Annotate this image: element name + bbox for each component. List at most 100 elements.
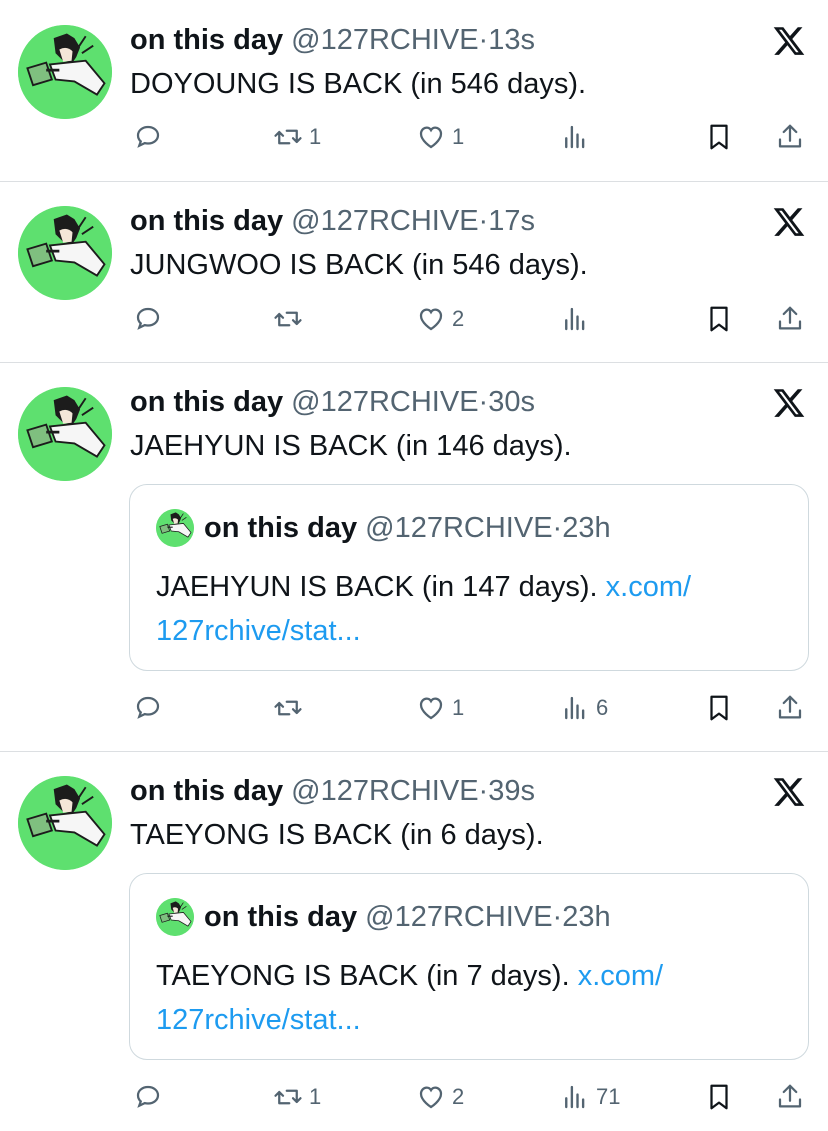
share-button[interactable] <box>775 117 805 157</box>
share-button[interactable] <box>775 688 805 728</box>
display-name[interactable]: on this day <box>130 775 283 807</box>
timestamp[interactable]: 39s <box>488 775 535 807</box>
quoted-display-name: on this day <box>204 512 358 544</box>
like-count: 2 <box>452 1084 465 1109</box>
bookmark-button[interactable] <box>704 117 734 157</box>
quoted-display-name: on this day <box>204 901 358 933</box>
separator-dot: · <box>478 386 489 418</box>
user-handle[interactable]: @127RCHIVE <box>291 205 478 237</box>
quoted-timestamp: 23h <box>562 512 611 544</box>
like-button[interactable]: 1 <box>416 688 464 728</box>
tweet-header: on this day @127RCHIVE·39s <box>130 773 535 809</box>
tweet-divider <box>0 362 828 363</box>
tweet-text: DOYOUNG IS BACK (in 546 days). <box>130 68 587 100</box>
user-handle[interactable]: @127RCHIVE <box>291 24 478 56</box>
display-name[interactable]: on this day <box>130 386 283 418</box>
retweet-count: 1 <box>309 124 322 149</box>
views-button[interactable] <box>560 117 596 157</box>
retweet-icon <box>273 304 303 334</box>
x-logo-icon[interactable] <box>771 205 807 239</box>
quoted-user-handle: @127RCHIVE <box>365 901 553 933</box>
quoted-avatar <box>156 898 194 936</box>
tweet-divider <box>0 751 828 752</box>
retweet-icon <box>273 693 303 723</box>
x-logo-icon[interactable] <box>771 24 807 58</box>
quoted-tweet[interactable]: on this day @127RCHIVE · 23h JAEHYUN IS BA… <box>129 484 809 671</box>
like-button[interactable]: 1 <box>416 117 464 157</box>
tweet-text: JUNGWOO IS BACK (in 546 days). <box>130 249 588 281</box>
quoted-text-body: JAEHYUN IS BACK (in 147 days). <box>156 571 606 603</box>
separator-dot: · <box>478 205 489 237</box>
quoted-text-body: TAEYONG IS BACK (in 7 days). <box>156 960 578 992</box>
tweet-header: on this day @127RCHIVE·13s <box>130 22 535 58</box>
views-count: 6 <box>596 695 609 720</box>
heart-icon <box>416 122 446 152</box>
display-name[interactable]: on this day <box>130 24 283 56</box>
avatar[interactable] <box>18 25 112 119</box>
reply-button[interactable] <box>133 117 169 157</box>
separator-dot: · <box>478 24 489 56</box>
bookmark-button[interactable] <box>704 299 734 339</box>
reply-icon <box>133 1082 163 1112</box>
bookmark-button[interactable] <box>704 1077 734 1117</box>
tweet-divider <box>0 181 828 182</box>
x-logo-icon[interactable] <box>771 775 807 809</box>
quoted-tweet[interactable]: on this day @127RCHIVE · 23h TAEYONG IS BA… <box>129 873 809 1060</box>
tweet-header: on this day @127RCHIVE·30s <box>130 384 535 420</box>
retweet-count: 1 <box>309 1084 322 1109</box>
timestamp[interactable]: 17s <box>488 205 535 237</box>
quoted-avatar <box>156 509 194 547</box>
quoted-tweet-text: JAEHYUN IS BACK (in 147 days). x.com/​12… <box>156 565 786 653</box>
tweet-text: TAEYONG IS BACK (in 6 days). <box>130 819 544 851</box>
quoted-tweet-header: on this day @127RCHIVE · 23h <box>156 898 611 936</box>
like-count: 2 <box>452 306 465 331</box>
avatar[interactable] <box>18 387 112 481</box>
bookmark-button[interactable] <box>704 688 734 728</box>
reply-button[interactable] <box>133 1077 169 1117</box>
tweet-header: on this day @127RCHIVE·17s <box>130 203 535 239</box>
share-icon <box>775 122 805 152</box>
like-button[interactable]: 2 <box>416 299 464 339</box>
reply-button[interactable] <box>133 299 169 339</box>
share-icon <box>775 693 805 723</box>
separator-dot: · <box>552 512 563 544</box>
reply-icon <box>133 304 163 334</box>
retweet-button[interactable] <box>273 688 309 728</box>
views-icon <box>560 122 590 152</box>
views-icon <box>560 304 590 334</box>
retweet-icon <box>273 122 303 152</box>
avatar[interactable] <box>18 206 112 300</box>
tweet-text: JAEHYUN IS BACK (in 146 days). <box>130 430 572 462</box>
retweet-button[interactable] <box>273 299 309 339</box>
quoted-tweet-header: on this day @127RCHIVE · 23h <box>156 509 611 547</box>
avatar[interactable] <box>18 776 112 870</box>
timestamp[interactable]: 13s <box>488 24 535 56</box>
like-button[interactable]: 2 <box>416 1077 464 1117</box>
user-handle[interactable]: @127RCHIVE <box>291 775 478 807</box>
share-button[interactable] <box>775 299 805 339</box>
timestamp[interactable]: 30s <box>488 386 535 418</box>
separator-dot: · <box>552 901 563 933</box>
views-button[interactable] <box>560 299 596 339</box>
retweet-button[interactable]: 1 <box>273 117 321 157</box>
display-name[interactable]: on this day <box>130 205 283 237</box>
retweet-icon <box>273 1082 303 1112</box>
views-button[interactable]: 6 <box>560 688 608 728</box>
share-button[interactable] <box>775 1077 805 1117</box>
heart-icon <box>416 304 446 334</box>
bookmark-icon <box>704 1082 734 1112</box>
quoted-user-handle: @127RCHIVE <box>365 512 553 544</box>
views-icon <box>560 693 590 723</box>
reply-button[interactable] <box>133 688 169 728</box>
heart-icon <box>416 693 446 723</box>
retweet-button[interactable]: 1 <box>273 1077 321 1117</box>
quoted-timestamp: 23h <box>562 901 611 933</box>
separator-dot: · <box>478 775 489 807</box>
share-icon <box>775 1082 805 1112</box>
like-count: 1 <box>452 124 465 149</box>
bookmark-icon <box>704 122 734 152</box>
views-button[interactable]: 71 <box>560 1077 620 1117</box>
x-logo-icon[interactable] <box>771 386 807 420</box>
views-icon <box>560 1082 590 1112</box>
user-handle[interactable]: @127RCHIVE <box>291 386 478 418</box>
